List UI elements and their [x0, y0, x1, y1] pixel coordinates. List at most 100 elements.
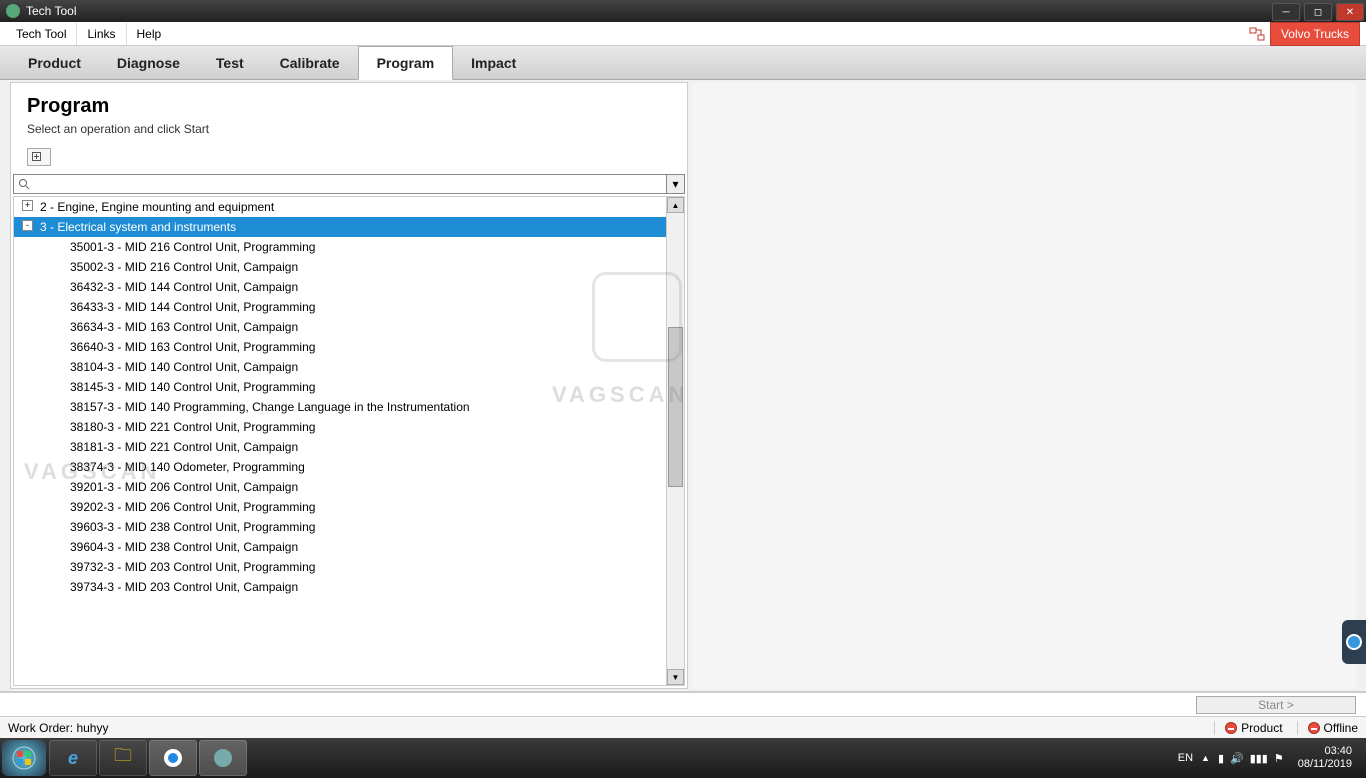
tree-label: 35001-3 - MID 216 Control Unit, Programm… [70, 240, 315, 254]
windows-logo-icon [12, 746, 36, 770]
tray-date: 08/11/2019 [1298, 758, 1352, 771]
status-offline[interactable]: Offline [1297, 721, 1358, 735]
tree-item[interactable]: 36640-3 - MID 163 Control Unit, Programm… [14, 337, 666, 357]
expand-all-button[interactable] [27, 148, 51, 166]
tree-item[interactable]: 35001-3 - MID 216 Control Unit, Programm… [14, 237, 666, 257]
tab-test[interactable]: Test [198, 47, 262, 79]
tree-item[interactable]: 38157-3 - MID 140 Programming, Change La… [14, 397, 666, 417]
tree-label: 39734-3 - MID 203 Control Unit, Campaign [70, 580, 298, 594]
tree-group[interactable]: -3 - Electrical system and instruments [14, 217, 666, 237]
tray-battery-icon[interactable]: ▮ [1218, 752, 1224, 765]
main-area: Program Select an operation and click St… [0, 80, 1366, 692]
tree-item[interactable]: 36433-3 - MID 144 Control Unit, Programm… [14, 297, 666, 317]
tree-label: 39603-3 - MID 238 Control Unit, Programm… [70, 520, 315, 534]
tree-item[interactable]: 39201-3 - MID 206 Control Unit, Campaign [14, 477, 666, 497]
tab-calibrate[interactable]: Calibrate [262, 47, 358, 79]
page-title: Program [27, 95, 671, 118]
search-input[interactable] [13, 174, 667, 194]
close-button[interactable]: ✕ [1336, 3, 1364, 21]
status-product-icon [1225, 722, 1237, 734]
tree-container: +2 - Engine, Engine mounting and equipme… [13, 196, 685, 686]
tree-item[interactable]: 38180-3 - MID 221 Control Unit, Programm… [14, 417, 666, 437]
taskbar: e 🗀 EN ▲ ▮ 🔊 ▮▮▮ ⚑ 03:40 08/11/2019 [0, 738, 1366, 778]
tree-view[interactable]: +2 - Engine, Engine mounting and equipme… [14, 197, 666, 685]
window-titlebar: Tech Tool ─ ◻ ✕ [0, 0, 1366, 22]
techtool-icon [214, 749, 232, 767]
taskbar-teamviewer[interactable] [149, 740, 197, 776]
menubar: Tech Tool Links Help Volvo Trucks [0, 22, 1366, 46]
tree-item[interactable]: 35002-3 - MID 216 Control Unit, Campaign [14, 257, 666, 277]
tree-item[interactable]: 38374-3 - MID 140 Odometer, Programming [14, 457, 666, 477]
tray-expand-icon[interactable]: ▲ [1201, 753, 1210, 763]
tray-clock[interactable]: 03:40 08/11/2019 [1292, 745, 1358, 771]
tree-label: 39732-3 - MID 203 Control Unit, Programm… [70, 560, 315, 574]
collapse-icon[interactable]: - [22, 220, 33, 231]
tree-item[interactable]: 38104-3 - MID 140 Control Unit, Campaign [14, 357, 666, 377]
menu-links[interactable]: Links [77, 23, 126, 45]
tree-label: 35002-3 - MID 216 Control Unit, Campaign [70, 260, 298, 274]
menu-techtool[interactable]: Tech Tool [6, 23, 77, 45]
system-tray: EN ▲ ▮ 🔊 ▮▮▮ ⚑ 03:40 08/11/2019 [1178, 745, 1366, 771]
tree-label: 38374-3 - MID 140 Odometer, Programming [70, 460, 305, 474]
scroll-up-button[interactable]: ▲ [667, 197, 684, 213]
tray-network-icon[interactable]: ▮▮▮ [1250, 752, 1268, 765]
tree-label: 38180-3 - MID 221 Control Unit, Programm… [70, 420, 315, 434]
vertical-scrollbar[interactable]: ▲ ▼ [666, 197, 684, 685]
tree-label: 36432-3 - MID 144 Control Unit, Campaign [70, 280, 298, 294]
tree-item[interactable]: 39604-3 - MID 238 Control Unit, Campaign [14, 537, 666, 557]
tab-program[interactable]: Program [358, 46, 454, 80]
tree-label: 38157-3 - MID 140 Programming, Change La… [70, 400, 470, 414]
brand-button[interactable]: Volvo Trucks [1270, 22, 1360, 46]
tabbar: Product Diagnose Test Calibrate Program … [0, 46, 1366, 80]
tree-item[interactable]: 38181-3 - MID 221 Control Unit, Campaign [14, 437, 666, 457]
tree-label: 2 - Engine, Engine mounting and equipmen… [40, 200, 274, 214]
expand-icon [32, 152, 46, 162]
tab-impact[interactable]: Impact [453, 47, 534, 79]
expand-icon[interactable]: + [22, 200, 33, 211]
scroll-thumb[interactable] [668, 327, 683, 487]
tray-flag-icon[interactable]: ⚑ [1274, 752, 1284, 765]
connection-icon[interactable] [1248, 26, 1266, 42]
tree-label: 39201-3 - MID 206 Control Unit, Campaign [70, 480, 298, 494]
status-workorder: Work Order: huhyy [8, 721, 1214, 735]
tree-item[interactable]: 39603-3 - MID 238 Control Unit, Programm… [14, 517, 666, 537]
tab-diagnose[interactable]: Diagnose [99, 47, 198, 79]
taskbar-explorer[interactable]: 🗀 [99, 740, 147, 776]
start-menu-button[interactable] [2, 740, 46, 776]
start-button[interactable]: Start > [1196, 696, 1356, 714]
right-panel: VAGSCAN [692, 82, 1356, 689]
teamviewer-icon [164, 749, 182, 767]
tree-label: 38181-3 - MID 221 Control Unit, Campaign [70, 440, 298, 454]
tree-label: 38145-3 - MID 140 Control Unit, Programm… [70, 380, 315, 394]
tree-group[interactable]: +2 - Engine, Engine mounting and equipme… [14, 197, 666, 217]
scroll-down-button[interactable]: ▼ [667, 669, 684, 685]
tree-item[interactable]: 36432-3 - MID 144 Control Unit, Campaign [14, 277, 666, 297]
teamviewer-side-tab[interactable] [1342, 620, 1366, 664]
tree-item[interactable]: 36634-3 - MID 163 Control Unit, Campaign [14, 317, 666, 337]
footer-bar: Start > [0, 692, 1366, 716]
tree-item[interactable]: 39202-3 - MID 206 Control Unit, Programm… [14, 497, 666, 517]
tree-item[interactable]: 39732-3 - MID 203 Control Unit, Programm… [14, 557, 666, 577]
status-product[interactable]: Product [1214, 721, 1282, 735]
teamviewer-side-icon [1346, 634, 1362, 650]
tree-item[interactable]: 38145-3 - MID 140 Control Unit, Programm… [14, 377, 666, 397]
menu-help[interactable]: Help [127, 23, 172, 45]
taskbar-techtool[interactable] [199, 740, 247, 776]
minimize-button[interactable]: ─ [1272, 3, 1300, 21]
tree-label: 38104-3 - MID 140 Control Unit, Campaign [70, 360, 298, 374]
maximize-button[interactable]: ◻ [1304, 3, 1332, 21]
tab-product[interactable]: Product [10, 47, 99, 79]
search-dropdown-button[interactable]: ▾ [667, 174, 685, 194]
page-subtitle: Select an operation and click Start [27, 122, 671, 136]
tree-item[interactable]: 39734-3 - MID 203 Control Unit, Campaign [14, 577, 666, 597]
tray-volume-icon[interactable]: 🔊 [1230, 752, 1244, 765]
taskbar-ie[interactable]: e [49, 740, 97, 776]
left-panel: Program Select an operation and click St… [10, 82, 688, 689]
app-icon [6, 4, 20, 18]
tree-label: 36433-3 - MID 144 Control Unit, Programm… [70, 300, 315, 314]
tree-label: 39202-3 - MID 206 Control Unit, Programm… [70, 500, 315, 514]
tray-language[interactable]: EN [1178, 752, 1193, 764]
status-product-label: Product [1241, 721, 1282, 735]
tree-label: 3 - Electrical system and instruments [40, 220, 236, 234]
tray-time: 03:40 [1298, 745, 1352, 758]
